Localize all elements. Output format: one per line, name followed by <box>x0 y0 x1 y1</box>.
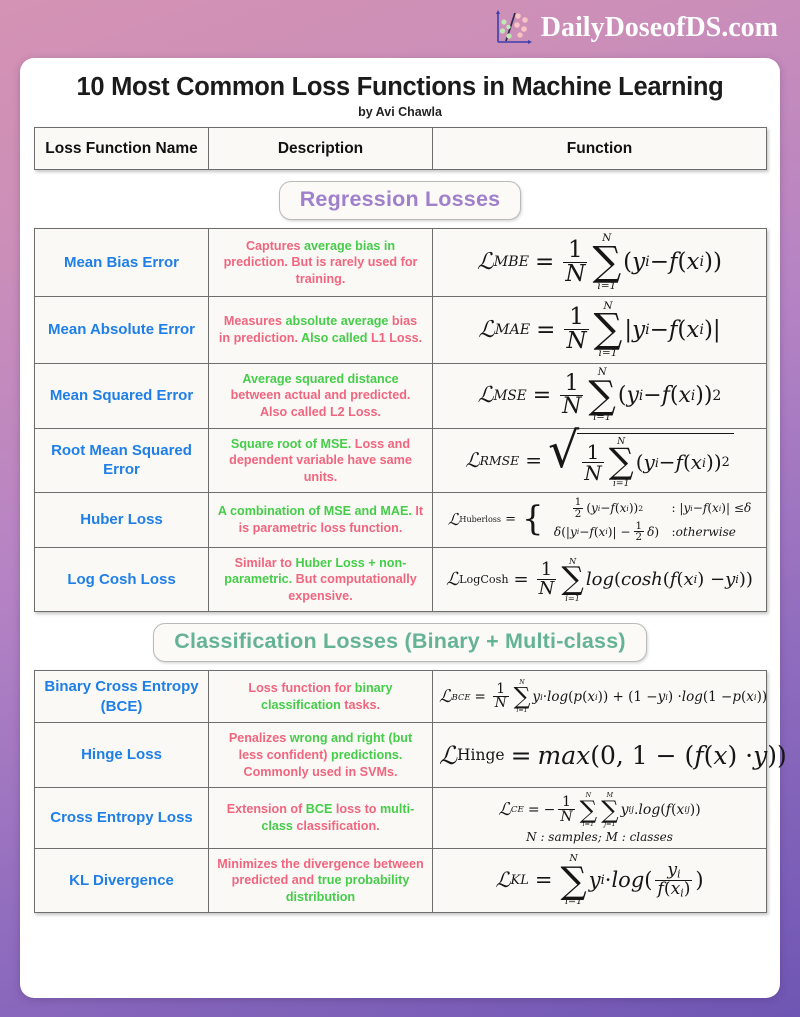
loss-description: A combination of MSE and MAE. It is para… <box>208 492 433 548</box>
loss-description: Minimizes the divergence between predict… <box>208 847 433 914</box>
column-header-function: Function <box>432 126 767 171</box>
section-header-regression: Regression Losses <box>34 181 766 221</box>
classification-loss-table: Binary Cross Entropy (BCE) Loss function… <box>34 670 787 914</box>
loss-description: Penalizes wrong and right (but less conf… <box>208 722 433 789</box>
loss-formula: ℒ MAE = 1N N ∑ i=1 | y i − f(x i)| <box>432 295 767 364</box>
section-label-classification: Classification Losses (Binary + Multi-cl… <box>153 623 647 663</box>
table-row: Root Mean Squared Error Square root of M… <box>34 426 767 494</box>
loss-formula: ℒ CE = − 1N N ∑ i=1 M ∑ j=1 y ij. log(f(x ij)) N… <box>432 787 767 849</box>
loss-formula: ℒ MSE = 1N N ∑ i=1 (y i − f(x i)) 2 <box>432 362 767 429</box>
table-row: Cross Entropy Loss Extension of BCE loss… <box>34 787 767 849</box>
byline: by Avi Chawla <box>358 105 442 119</box>
table-row: Hinge Loss Penalizes wrong and right (bu… <box>34 722 787 789</box>
infographic-card: 10 Most Common Loss Functions in Machine… <box>20 58 787 998</box>
loss-formula: ℒ Hinge = max (0, 1 − (f(x) · y)) <box>432 722 787 789</box>
section-label-regression: Regression Losses <box>278 181 522 221</box>
loss-description: Captures average bias in prediction. But… <box>208 228 433 297</box>
column-header-name: Loss Function Name <box>34 126 209 171</box>
loss-description: Extension of BCE loss to multi-class cla… <box>208 787 433 849</box>
section-header-classification: Classification Losses (Binary + Multi-cl… <box>34 623 766 663</box>
table-header-row: Loss Function Name Description Function <box>34 126 767 171</box>
loss-formula: ℒ RMSE = √ 1N N ∑ i=1 (y i − f(x i)) 2 <box>432 426 767 494</box>
loss-formula: ℒ Huberloss = { 1 2(y i − f(x i)) 2 : | y i − f(x… <box>432 492 767 548</box>
table-row: Mean Squared Error Average squared dista… <box>34 362 767 429</box>
scatter-plot-logo-icon <box>493 9 533 47</box>
loss-description: Similar to Huber Loss + non-parametric. … <box>208 546 433 613</box>
loss-name: Root Mean Squared Error <box>34 427 209 494</box>
loss-formula: ℒ MBE = 1N N ∑ i=1 (y i − f(x i)) <box>432 228 767 297</box>
brand-bar: DailyDoseofDS.com <box>0 0 800 56</box>
page-title: 10 Most Common Loss Functions in Machine… <box>76 73 724 101</box>
table-row: Mean Bias Error Captures average bias in… <box>34 228 767 297</box>
table-row: Binary Cross Entropy (BCE) Loss function… <box>34 670 767 724</box>
table-row: Mean Absolute Error Measures absolute av… <box>34 295 767 364</box>
loss-name: Mean Bias Error <box>34 228 209 297</box>
loss-name: Mean Squared Error <box>34 362 209 429</box>
formula-note: N : samples; M : classes <box>526 829 673 844</box>
loss-name: Hinge Loss <box>34 722 209 789</box>
table-row: Huber Loss A combination of MSE and MAE.… <box>34 492 767 548</box>
loss-name: Mean Absolute Error <box>34 295 209 364</box>
regression-loss-table: Mean Bias Error Captures average bias in… <box>34 228 767 613</box>
loss-description: Loss function for binary classification … <box>208 670 433 724</box>
table-row: Log Cosh Loss Similar to Huber Loss + no… <box>34 546 767 613</box>
table-row: KL Divergence Minimizes the divergence b… <box>34 847 767 914</box>
loss-formula: ℒ BCE = 1N N ∑ i=1 yi · log(p(x i)) + (1 − y… <box>432 670 767 724</box>
loss-formula: ℒ KL = N ∑ i=1 yi · log(yi f(xi)) <box>432 847 767 914</box>
loss-name: Cross Entropy Loss <box>34 787 209 849</box>
column-header-description: Description <box>208 126 433 171</box>
loss-name: Log Cosh Loss <box>34 546 209 613</box>
loss-description: Square root of MSE. Loss and dependent v… <box>208 427 433 494</box>
loss-description: Average squared distance between actual … <box>208 362 433 429</box>
loss-formula: ℒ LogCosh = 1N N ∑ i=1 log(cosh(f(x i) − y i)… <box>432 546 767 613</box>
loss-name: KL Divergence <box>34 847 209 914</box>
loss-name: Binary Cross Entropy (BCE) <box>34 670 209 724</box>
loss-name: Huber Loss <box>34 492 209 548</box>
table-header: Loss Function Name Description Function <box>34 126 767 171</box>
brand-name: DailyDoseofDS.com <box>540 12 778 43</box>
loss-description: Measures absolute average bias in predic… <box>208 295 433 364</box>
